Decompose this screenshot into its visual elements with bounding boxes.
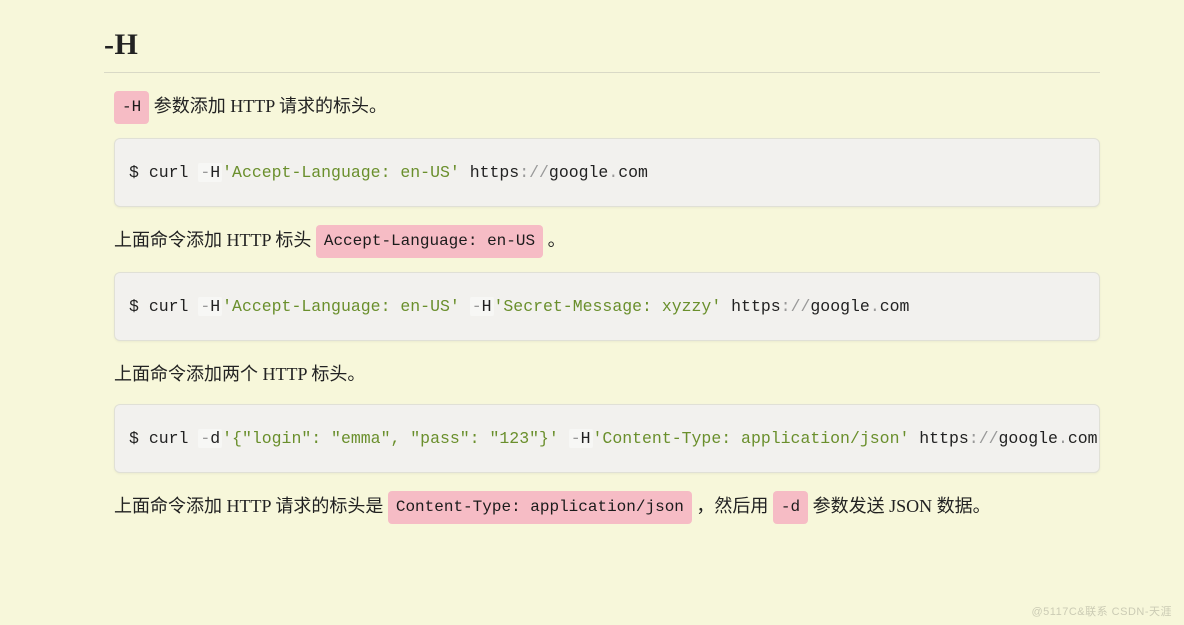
flag-H: -H [569,429,593,448]
string-literal: 'Accept-Language: en-US' [222,163,460,182]
flag-letter: H [210,163,220,182]
space [460,163,470,182]
colon-slash-slash: :// [781,297,811,316]
url-tld: com [880,297,910,316]
paragraph-2-pre: 上面命令添加 HTTP 标头 [114,230,316,250]
shell-prompt: $ [129,163,149,182]
inline-code-accept-language: Accept-Language: en-US [316,225,543,258]
curl-command: curl [149,297,199,316]
paragraph-2: 上面命令添加 HTTP 标头 Accept-Language: en-US 。 [114,225,1100,258]
code-block-3: $ curl -d '{"login": "emma", "pass": "12… [114,404,1100,473]
space [559,429,569,448]
paragraph-intro: -H 参数添加 HTTP 请求的标头。 [114,91,1100,124]
space [721,297,731,316]
url-host: google [549,163,608,182]
code-block-2: $ curl -H 'Accept-Language: en-US' -H 'S… [114,272,1100,341]
dot: . [1058,429,1068,448]
dot: . [608,163,618,182]
flag-letter: H [581,429,591,448]
dash-icon: - [200,163,210,182]
inline-code-d-flag: -d [773,491,808,524]
curl-command: curl [149,429,199,448]
flag-H-2: -H [470,297,494,316]
dash-icon: - [200,297,210,316]
dash-icon: - [200,429,210,448]
code-block-1: $ curl -H 'Accept-Language: en-US' https… [114,138,1100,207]
paragraph-4: 上面命令添加 HTTP 请求的标头是 Content-Type: applica… [114,491,1100,524]
url-scheme: https [470,163,520,182]
url-scheme: https [919,429,969,448]
colon-slash-slash: :// [969,429,999,448]
flag-letter: d [210,429,220,448]
dash-icon: - [571,429,581,448]
flag-letter: H [210,297,220,316]
space [460,297,470,316]
shell-prompt: $ [129,429,149,448]
flag-H-1: -H [198,297,222,316]
string-literal: 'Secret-Message: xyzzy' [494,297,722,316]
url-tld: com [1068,429,1098,448]
paragraph-4-post: 参数发送 JSON 数据。 [808,496,991,516]
paragraph-3-text: 上面命令添加两个 HTTP 标头。 [114,364,365,384]
string-literal: '{"login": "emma", "pass": "123"}' [222,429,559,448]
paragraph-intro-text: 参数添加 HTTP 请求的标头。 [149,96,387,116]
dot: . [870,297,880,316]
url-host: google [810,297,869,316]
paragraph-4-mid: ，然后用 [692,496,773,516]
inline-code-H-flag: -H [114,91,149,124]
string-literal: 'Content-Type: application/json' [593,429,910,448]
paragraph-4-pre: 上面命令添加 HTTP 请求的标头是 [114,496,388,516]
section-title: -H [104,28,1100,73]
flag-letter: H [482,297,492,316]
url-scheme: https [731,297,781,316]
flag-H-1: -H [198,163,222,182]
dash-icon: - [472,297,482,316]
paragraph-2-post: 。 [543,230,566,250]
string-literal: 'Accept-Language: en-US' [222,297,460,316]
shell-prompt: $ [129,297,149,316]
url-host: google [999,429,1058,448]
colon-slash-slash: :// [519,163,549,182]
document-root: -H -H 参数添加 HTTP 请求的标头。 $ curl -H 'Accept… [0,0,1184,524]
space [909,429,919,448]
url-tld: com [618,163,648,182]
watermark-text: @5117C&联系 CSDN-天涯 [1032,603,1173,619]
flag-d: -d [198,429,222,448]
inline-code-content-type: Content-Type: application/json [388,491,692,524]
paragraph-3: 上面命令添加两个 HTTP 标头。 [114,359,1100,390]
curl-command: curl [149,163,199,182]
